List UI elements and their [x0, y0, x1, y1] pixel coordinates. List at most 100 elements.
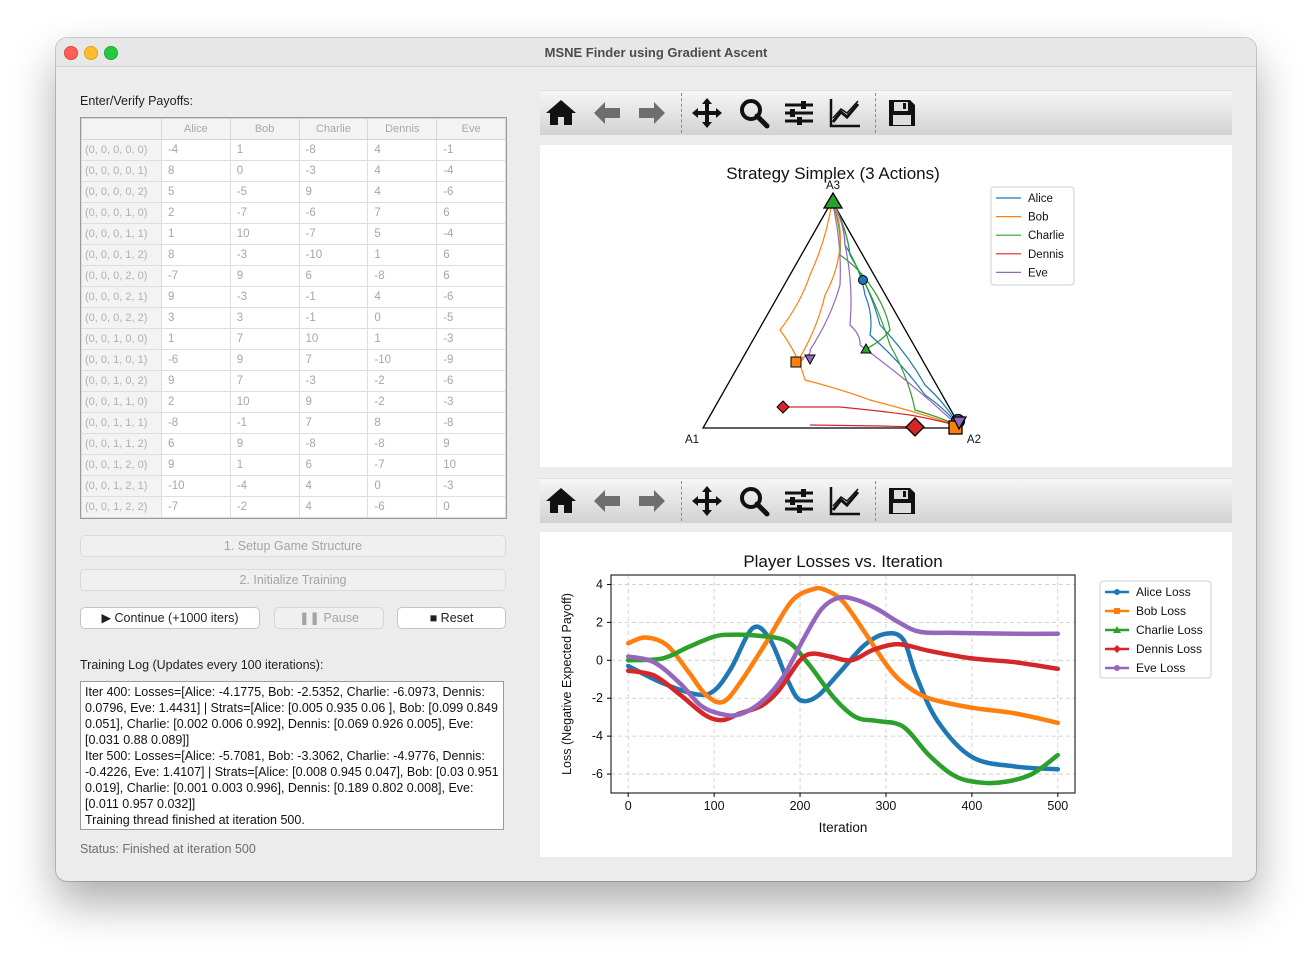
setup-game-button[interactable]: 1. Setup Game Structure: [80, 535, 506, 557]
payoff-cell[interactable]: -5: [229, 181, 300, 203]
payoff-cell[interactable]: 6: [436, 265, 506, 287]
column-header[interactable]: Eve: [436, 118, 506, 140]
payoff-cell[interactable]: -4: [436, 223, 506, 245]
payoff-cell[interactable]: -4: [229, 475, 300, 497]
payoff-cell[interactable]: -6: [160, 349, 231, 371]
payoff-cell[interactable]: -10: [298, 244, 369, 266]
payoff-cell[interactable]: -1: [229, 412, 300, 434]
payoff-cell[interactable]: -9: [436, 349, 506, 371]
payoff-cell[interactable]: 7: [229, 328, 300, 350]
payoff-cell[interactable]: 6: [298, 265, 369, 287]
payoff-cell[interactable]: 1: [160, 328, 231, 350]
loss-plot[interactable]: Player Losses vs. Iteration 0 100 200 300 400…: [540, 532, 1232, 857]
pause-button[interactable]: ❚❚ Pause: [274, 607, 384, 629]
payoff-cell[interactable]: -3: [436, 475, 506, 497]
payoff-cell[interactable]: -2: [367, 370, 438, 392]
pan-icon[interactable]: [690, 485, 724, 517]
payoff-cell[interactable]: -1: [436, 139, 506, 161]
payoff-cell[interactable]: -8: [367, 265, 438, 287]
payoff-cell[interactable]: 5: [367, 223, 438, 245]
column-header[interactable]: Dennis: [367, 118, 438, 140]
payoff-cell[interactable]: 0: [229, 160, 300, 182]
save-icon[interactable]: [885, 97, 919, 129]
payoff-cell[interactable]: 5: [160, 181, 231, 203]
payoff-cell[interactable]: -7: [160, 496, 231, 518]
payoff-cell[interactable]: -10: [367, 349, 438, 371]
payoff-cell[interactable]: -4: [436, 160, 506, 182]
forward-arrow-icon[interactable]: [635, 97, 669, 129]
payoff-cell[interactable]: -7: [298, 223, 369, 245]
payoff-cell[interactable]: -6: [298, 202, 369, 224]
payoff-cell[interactable]: -4: [160, 139, 231, 161]
payoff-cell[interactable]: 9: [229, 349, 300, 371]
payoff-cell[interactable]: -7: [229, 202, 300, 224]
reset-button[interactable]: ■ Reset: [397, 607, 506, 629]
payoff-cell[interactable]: -6: [436, 286, 506, 308]
payoff-cell[interactable]: 9: [298, 181, 369, 203]
payoff-cell[interactable]: 6: [298, 454, 369, 476]
payoff-cell[interactable]: 9: [160, 370, 231, 392]
payoff-cell[interactable]: 6: [436, 202, 506, 224]
column-header[interactable]: Alice: [160, 118, 231, 140]
payoff-cell[interactable]: -7: [367, 454, 438, 476]
payoff-cell[interactable]: 9: [160, 286, 231, 308]
payoff-cell[interactable]: -3: [436, 328, 506, 350]
back-arrow-icon[interactable]: [590, 485, 624, 517]
payoff-cell[interactable]: -10: [160, 475, 231, 497]
payoff-cell[interactable]: 9: [298, 391, 369, 413]
back-arrow-icon[interactable]: [590, 97, 624, 129]
payoff-cell[interactable]: 1: [367, 244, 438, 266]
payoff-cell[interactable]: 10: [298, 328, 369, 350]
payoff-cell[interactable]: -3: [298, 160, 369, 182]
payoff-cell[interactable]: -5: [436, 307, 506, 329]
payoff-cell[interactable]: 9: [229, 433, 300, 455]
pan-icon[interactable]: [690, 97, 724, 129]
payoff-cell[interactable]: 6: [160, 433, 231, 455]
payoff-cell[interactable]: 4: [298, 496, 369, 518]
payoff-cell[interactable]: -8: [160, 412, 231, 434]
home-icon[interactable]: [544, 97, 578, 129]
payoff-cell[interactable]: 8: [160, 160, 231, 182]
payoff-cell[interactable]: 7: [298, 412, 369, 434]
payoff-table[interactable]: Alice Bob Charlie Dennis Eve (0, 0, 0, 0, 0)…: [80, 117, 507, 519]
payoff-cell[interactable]: 2: [160, 391, 231, 413]
payoff-cell[interactable]: 9: [229, 265, 300, 287]
payoff-cell[interactable]: -7: [160, 265, 231, 287]
payoff-cell[interactable]: 8: [160, 244, 231, 266]
zoom-icon[interactable]: [737, 485, 771, 517]
forward-arrow-icon[interactable]: [635, 485, 669, 517]
payoff-cell[interactable]: 4: [367, 139, 438, 161]
payoff-cell[interactable]: 9: [436, 433, 506, 455]
payoff-cell[interactable]: 4: [298, 475, 369, 497]
payoff-cell[interactable]: 4: [367, 181, 438, 203]
payoff-cell[interactable]: -3: [298, 370, 369, 392]
payoff-cell[interactable]: 7: [229, 370, 300, 392]
payoff-cell[interactable]: 1: [160, 223, 231, 245]
payoff-cell[interactable]: 10: [229, 223, 300, 245]
home-icon[interactable]: [544, 485, 578, 517]
payoff-cell[interactable]: -1: [298, 307, 369, 329]
payoff-cell[interactable]: 0: [367, 307, 438, 329]
payoff-cell[interactable]: 1: [229, 139, 300, 161]
initialize-training-button[interactable]: 2. Initialize Training: [80, 569, 506, 591]
payoff-cell[interactable]: 7: [367, 202, 438, 224]
payoff-cell[interactable]: -6: [436, 370, 506, 392]
payoff-cell[interactable]: 4: [367, 286, 438, 308]
payoff-cell[interactable]: -2: [229, 496, 300, 518]
payoff-cell[interactable]: 0: [436, 496, 506, 518]
payoff-cell[interactable]: -3: [229, 244, 300, 266]
payoff-cell[interactable]: 2: [160, 202, 231, 224]
training-log[interactable]: Iter 400: Losses=[Alice: -4.1775, Bob: -…: [80, 681, 504, 830]
payoff-cell[interactable]: -1: [298, 286, 369, 308]
continue-button[interactable]: ▶ Continue (+1000 iters): [80, 607, 260, 629]
payoff-cell[interactable]: 9: [160, 454, 231, 476]
payoff-cell[interactable]: 6: [436, 244, 506, 266]
configure-subplots-icon[interactable]: [782, 485, 816, 517]
save-icon[interactable]: [885, 485, 919, 517]
payoff-cell[interactable]: 7: [298, 349, 369, 371]
payoff-cell[interactable]: -8: [436, 412, 506, 434]
simplex-plot[interactable]: Strategy Simplex (3 Actions) A1 A2 A3 Alice B…: [540, 145, 1232, 467]
payoff-cell[interactable]: -3: [436, 391, 506, 413]
edit-axes-icon[interactable]: [828, 97, 862, 129]
payoff-cell[interactable]: -8: [298, 139, 369, 161]
